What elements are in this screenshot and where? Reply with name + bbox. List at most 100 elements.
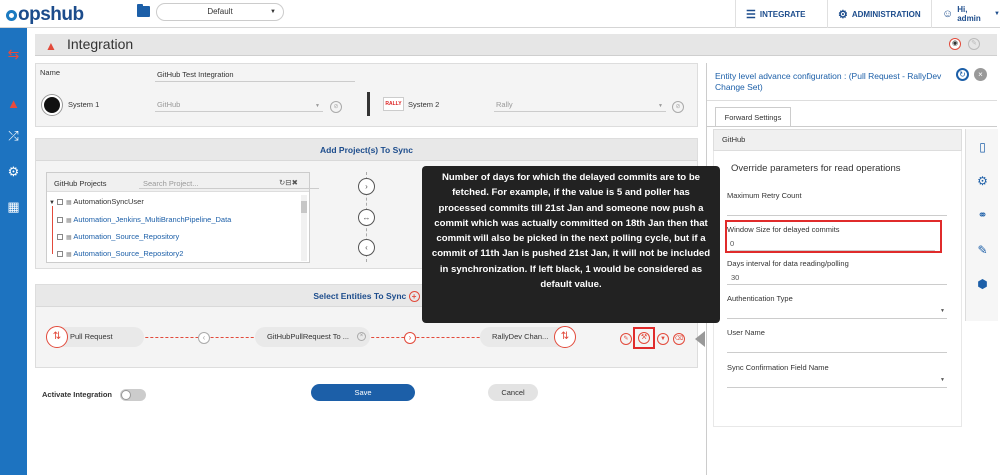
shuffle-icon[interactable]: ⤮ bbox=[0, 128, 27, 144]
checkbox[interactable] bbox=[57, 217, 63, 223]
tab-forward-settings[interactable]: Forward Settings bbox=[715, 107, 791, 127]
tree-root[interactable]: ▼ ▦ AutomationSyncUser bbox=[49, 197, 144, 206]
rally-logo: RALLY bbox=[383, 97, 404, 111]
sync-field-label: Sync Confirmation Field Name bbox=[727, 363, 829, 372]
checkbox[interactable] bbox=[57, 234, 63, 240]
integration-icon: ▲ bbox=[45, 39, 57, 53]
target-entity-label: RallyDev Chan... bbox=[492, 332, 549, 341]
swap-icon[interactable]: ↔ bbox=[358, 209, 375, 226]
edit-icon[interactable]: ✎ bbox=[968, 38, 980, 50]
gears-icon[interactable]: ⚙ bbox=[968, 174, 997, 188]
close-icon[interactable]: × bbox=[974, 68, 987, 81]
search-placeholder: Search Project... bbox=[143, 179, 199, 188]
activate-label: Activate Integration bbox=[42, 390, 113, 399]
window-size-field[interactable]: 0 bbox=[730, 237, 935, 251]
name-field[interactable]: GitHub Test Integration bbox=[155, 68, 355, 82]
trash-icon[interactable]: ⌫ bbox=[673, 333, 685, 345]
chevron-left-icon[interactable]: ‹ bbox=[358, 239, 375, 256]
nav-administration-label: ADMINISTRATION bbox=[851, 9, 921, 19]
edit-icon[interactable]: ✎ bbox=[968, 243, 997, 257]
add-icon[interactable]: + bbox=[408, 291, 420, 302]
nav-integrate[interactable]: ☰ INTEGRATE bbox=[735, 0, 827, 28]
divider bbox=[367, 92, 370, 116]
pull-request-icon: ⇅ bbox=[46, 326, 68, 348]
toggle-knob bbox=[121, 390, 131, 400]
page-title: Integration bbox=[67, 36, 134, 52]
tree-item[interactable]: ▦ Automation_Source_Repository bbox=[57, 232, 179, 241]
folder-icon: ▦ bbox=[66, 252, 72, 258]
days-interval-value: 30 bbox=[731, 273, 740, 282]
tree-scrollbar[interactable] bbox=[301, 195, 307, 261]
refresh-icon[interactable]: ↻⊟✖ bbox=[279, 178, 298, 187]
system1-select[interactable]: GitHub bbox=[155, 98, 323, 112]
advanced-title: Entity level advance configuration : (Pu… bbox=[715, 71, 942, 92]
system-header-label: GitHub bbox=[722, 135, 746, 144]
chevron-down-icon: ▼ bbox=[658, 103, 663, 109]
source-entity-label: Pull Request bbox=[70, 332, 113, 341]
gears-icon: ⚙ bbox=[838, 8, 848, 21]
save-button[interactable]: Save bbox=[311, 384, 415, 401]
cancel-button[interactable]: Cancel bbox=[488, 384, 538, 401]
sitemap-icon: ☰ bbox=[746, 8, 756, 21]
system-header: GitHub bbox=[713, 129, 962, 151]
auth-type-label: Authentication Type bbox=[727, 294, 793, 303]
github-icon bbox=[42, 95, 62, 115]
sidebar: ⇆ ▲ ⤮ ⚙ ▦ bbox=[0, 28, 27, 475]
wrench-icon[interactable]: ⚒ bbox=[638, 332, 650, 344]
link-icon[interactable]: ⚭ bbox=[968, 208, 997, 222]
window-size-label: Window Size for delayed commits bbox=[727, 225, 840, 234]
chevron-right-icon[interactable]: › bbox=[404, 332, 416, 344]
top-bar: opshub Default ▼ ☰ INTEGRATE ⚙ ADMINISTRATI… bbox=[0, 0, 1000, 28]
sync-field-select[interactable]: ▼ bbox=[727, 374, 947, 388]
chevron-down-icon: ▼ bbox=[315, 103, 320, 109]
user-menu[interactable]: ☺ Hi, admin ▼ bbox=[931, 0, 1000, 28]
filter-icon[interactable]: ▼ bbox=[657, 333, 669, 345]
tree-root-label: AutomationSyncUser bbox=[73, 197, 144, 206]
scrollbar-thumb[interactable] bbox=[301, 201, 307, 213]
days-interval-field[interactable]: 30 bbox=[727, 271, 947, 285]
edit-icon[interactable]: ✎ bbox=[620, 333, 632, 345]
chevron-left-icon[interactable]: ‹ bbox=[198, 332, 210, 344]
projects-section-title: Add Project(s) To Sync bbox=[36, 139, 697, 161]
tree-item-label: Automation_Jenkins_MultiBranchPipeline_D… bbox=[73, 215, 232, 224]
chevron-right-icon[interactable]: › bbox=[358, 178, 375, 195]
nav-administration[interactable]: ⚙ ADMINISTRATION bbox=[827, 0, 931, 28]
clear-icon[interactable]: × bbox=[357, 332, 366, 341]
auth-type-select[interactable]: ▼ bbox=[727, 305, 947, 319]
tree-item[interactable]: ▦ Automation_Jenkins_MultiBranchPipeline… bbox=[57, 215, 231, 224]
logo-text: opshub bbox=[18, 4, 84, 25]
nav-integrate-label: INTEGRATE bbox=[759, 9, 806, 19]
tooltip-text: Number of days for which the delayed com… bbox=[431, 172, 711, 291]
advanced-config-panel: Entity level advance configuration : (Pu… bbox=[706, 63, 998, 475]
disabled-icon: ⊘ bbox=[672, 101, 684, 113]
changeset-icon: ⇅ bbox=[554, 326, 576, 348]
tree-item-label: Automation_Source_Repository2 bbox=[73, 249, 184, 258]
folder-icon bbox=[137, 4, 150, 17]
workspace-select[interactable]: Default ▼ bbox=[156, 3, 284, 21]
view-icon[interactable]: ◉ bbox=[949, 38, 961, 50]
tree-line bbox=[52, 206, 53, 254]
rally-logo-text: RALLY bbox=[385, 101, 402, 107]
sync-icon[interactable]: ⇆ bbox=[0, 46, 27, 63]
folder-icon: ▦ bbox=[66, 235, 72, 241]
gears-icon[interactable]: ⚙ bbox=[0, 164, 27, 180]
vertical-toolbar bbox=[965, 129, 998, 321]
mapping-label: GitHubPullRequest To ... bbox=[267, 332, 349, 341]
refresh-icon[interactable]: ↻ bbox=[956, 68, 969, 81]
sitemap-icon[interactable]: ▲ bbox=[0, 96, 27, 111]
user-name-field[interactable] bbox=[727, 339, 947, 353]
book-icon[interactable]: ▯ bbox=[968, 140, 997, 154]
tree-item[interactable]: ▦ Automation_Source_Repository2 bbox=[57, 249, 183, 258]
cubes-icon[interactable]: ▦ bbox=[0, 199, 27, 215]
tree-item-label: Automation_Source_Repository bbox=[73, 232, 180, 241]
folder-icon: ▦ bbox=[66, 200, 72, 206]
panel-pointer bbox=[695, 331, 705, 347]
cube-icon[interactable]: ⬢ bbox=[968, 277, 997, 291]
activate-toggle[interactable] bbox=[120, 389, 146, 401]
checkbox[interactable] bbox=[57, 199, 64, 205]
system2-select[interactable]: Rally bbox=[494, 98, 666, 112]
checkbox[interactable] bbox=[57, 251, 63, 257]
system1-label: System 1 bbox=[68, 100, 100, 109]
mapping-pill[interactable]: GitHubPullRequest To ... × bbox=[255, 327, 370, 347]
max-retry-field[interactable] bbox=[727, 202, 947, 216]
